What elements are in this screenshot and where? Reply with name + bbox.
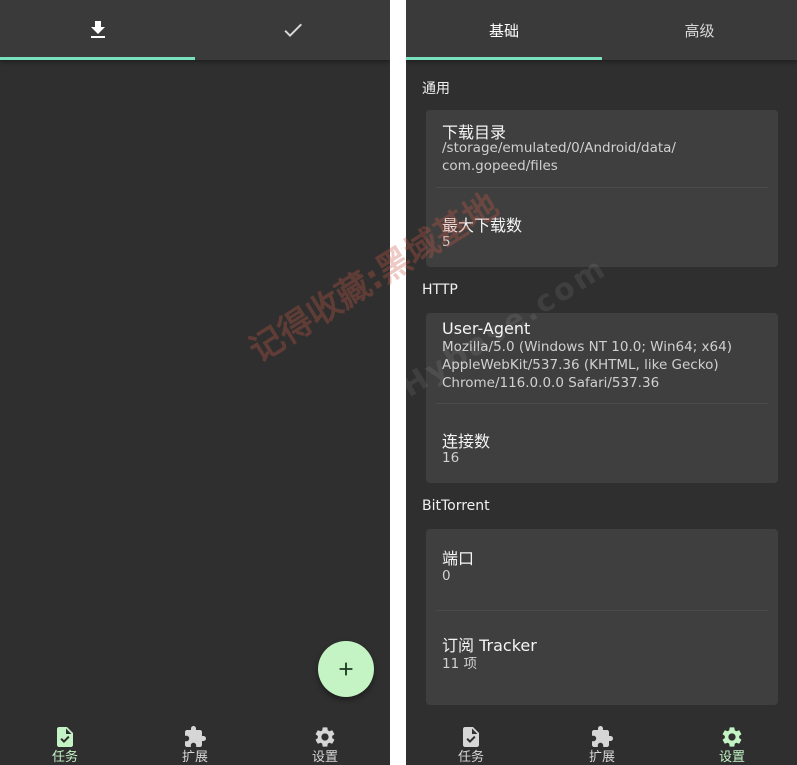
nav-label: 扩展	[588, 750, 615, 765]
task-icon	[463, 727, 479, 747]
settings-icon	[315, 727, 335, 747]
setting-value-line: Mozilla/5.0 (Windows NT 10.0; Win64; x64…	[442, 339, 732, 355]
extension-icon	[592, 726, 613, 747]
task-icon	[57, 727, 73, 747]
settings-card-general: 下载目录 /storage/emulated/0/Android/data/ c…	[426, 110, 778, 267]
setting-user-agent[interactable]: User-Agent Mozilla/5.0 (Windows NT 10.0;…	[426, 313, 778, 403]
setting-value: Mozilla/5.0 (Windows NT 10.0; Win64; x64…	[442, 338, 762, 392]
setting-value: 16	[442, 450, 460, 466]
setting-value-line: Chrome/116.0.0.0 Safari/537.36	[442, 375, 660, 391]
extension-icon	[185, 726, 206, 747]
setting-connections[interactable]: 连接数 16	[426, 404, 778, 483]
setting-title: User-Agent	[442, 319, 531, 338]
bottom-nav: 任务 扩展 设置	[406, 705, 797, 765]
tab-indicator	[406, 57, 602, 60]
setting-value: 11 项	[442, 656, 477, 672]
settings-tabbar: 基础 高级	[406, 0, 797, 60]
setting-value: 5	[442, 234, 451, 250]
section-title-http: HTTP	[422, 282, 458, 298]
nav-item-settings[interactable]: 设置	[667, 705, 797, 765]
settings-icon	[722, 727, 742, 747]
setting-title: 订阅 Tracker	[442, 636, 537, 655]
nav-item-settings[interactable]: 设置	[260, 705, 390, 765]
nav-item-extensions[interactable]: 扩展	[537, 705, 667, 765]
nav-item-tasks[interactable]: 任务	[0, 705, 130, 765]
tab-label: 基础	[488, 21, 519, 40]
settings-screen: 基础 高级 通用 下载目录 /storage/emulated/0/Androi…	[406, 0, 797, 765]
nav-item-extensions[interactable]: 扩展	[130, 705, 260, 765]
setting-tracker-subscription[interactable]: 订阅 Tracker 11 项	[426, 611, 778, 705]
nav-label: 扩展	[181, 750, 208, 765]
tab-completed[interactable]	[195, 0, 390, 60]
setting-port[interactable]: 端口 0	[426, 529, 778, 609]
bottom-nav: 任务 扩展 设置	[0, 705, 390, 765]
setting-value-line: AppleWebKit/537.36 (KHTML, like Gecko)	[442, 357, 719, 373]
setting-max-downloads[interactable]: 最大下载数 5	[426, 188, 778, 267]
nav-label: 任务	[51, 750, 78, 765]
tab-label: 高级	[684, 21, 715, 40]
settings-card-http: User-Agent Mozilla/5.0 (Windows NT 10.0;…	[426, 313, 778, 483]
setting-download-dir[interactable]: 下载目录 /storage/emulated/0/Android/data/ c…	[426, 110, 778, 187]
settings-card-bittorrent: 端口 0 订阅 Tracker 11 项	[426, 529, 778, 705]
nav-item-tasks[interactable]: 任务	[406, 705, 536, 765]
nav-label: 设置	[311, 750, 338, 765]
task-screen: 任务 扩展 设置	[0, 0, 390, 765]
setting-title: 端口	[442, 549, 475, 568]
check-icon	[283, 23, 302, 37]
tab-basic[interactable]: 基础	[406, 0, 602, 60]
setting-value: /storage/emulated/0/Android/data/ com.go…	[442, 139, 762, 175]
setting-value-line: /storage/emulated/0/Android/data/	[442, 140, 676, 156]
setting-value: 0	[442, 568, 451, 584]
download-icon	[90, 21, 105, 38]
section-title-bittorrent: BitTorrent	[422, 498, 490, 514]
nav-label: 任务	[457, 750, 484, 765]
tab-advanced[interactable]: 高级	[602, 0, 797, 60]
add-task-button[interactable]	[318, 641, 374, 697]
plus-icon	[339, 662, 353, 676]
setting-value-line: com.gopeed/files	[442, 158, 558, 174]
section-title-general: 通用	[422, 81, 450, 97]
task-tabbar	[0, 0, 390, 60]
tab-indicator	[0, 57, 195, 60]
tab-downloading[interactable]	[0, 0, 195, 60]
nav-label: 设置	[718, 750, 745, 765]
